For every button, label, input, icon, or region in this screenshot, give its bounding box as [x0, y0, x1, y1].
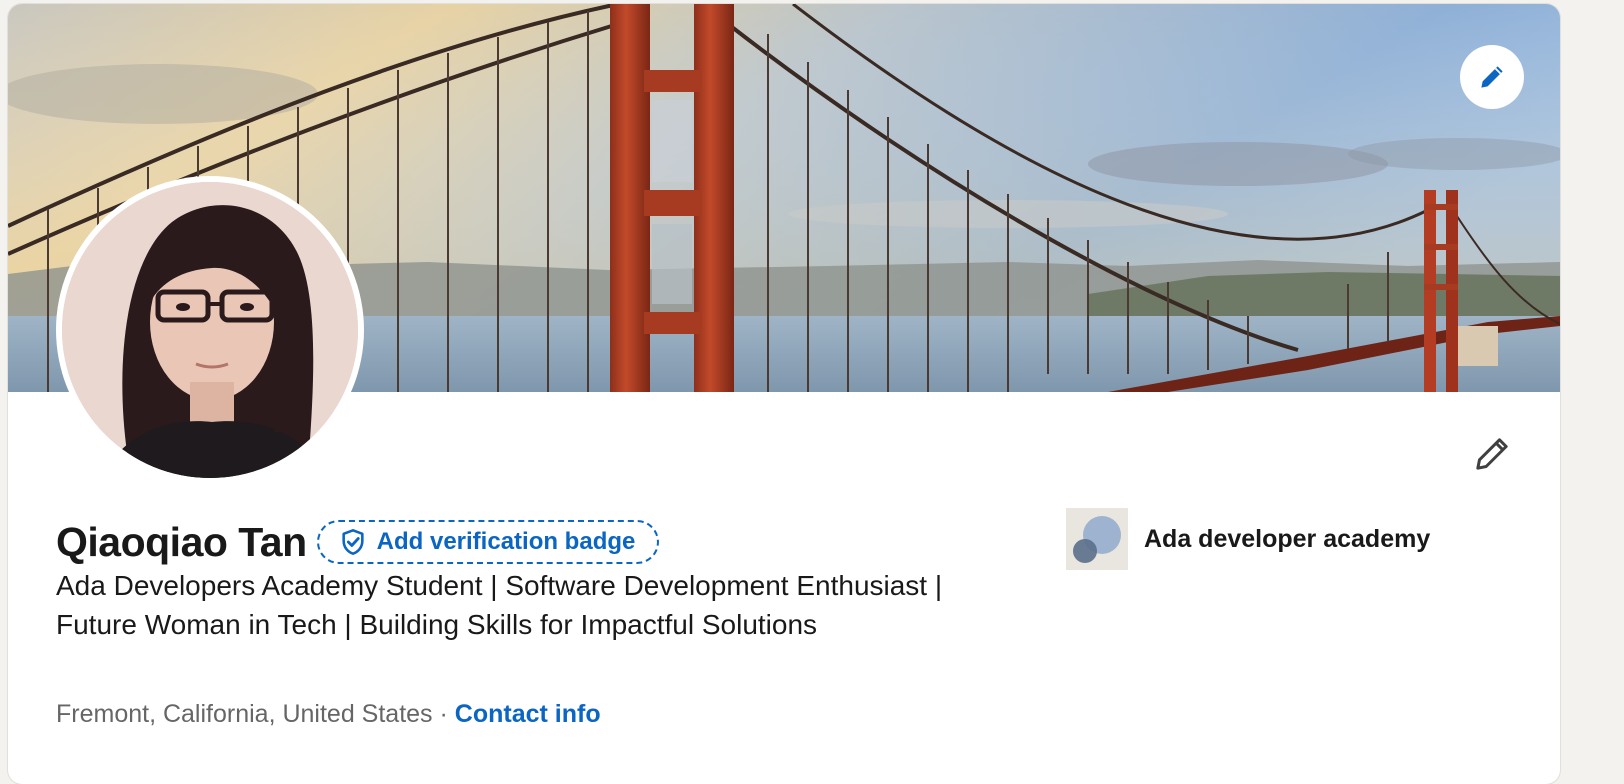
pencil-icon [1477, 62, 1507, 92]
profile-card: Qiaoqiao Tan Add verification badge Ada … [8, 4, 1560, 784]
edit-intro-button[interactable] [1468, 432, 1516, 480]
profile-photo [62, 182, 358, 478]
profile-location: Fremont, California, United States [56, 700, 433, 728]
verification-label: Add verification badge [376, 528, 636, 555]
name-row: Qiaoqiao Tan Add verification badge [56, 514, 660, 570]
edit-banner-button[interactable] [1460, 45, 1524, 109]
avatar[interactable] [62, 182, 358, 478]
profile-headline: Ada Developers Academy Student | Softwar… [56, 570, 943, 640]
contact-info-link[interactable]: Contact info [455, 700, 601, 728]
separator-dot: · [432, 700, 455, 728]
profile-photo-frame[interactable] [56, 176, 364, 484]
organization-logo [1066, 508, 1128, 570]
shield-check-icon [339, 528, 367, 556]
profile-name: Qiaoqiao Tan [56, 518, 307, 565]
organization-name: Ada developer academy [1144, 524, 1431, 553]
add-verification-badge-button[interactable]: Add verification badge [316, 520, 660, 564]
location-row: Fremont, California, United States · Con… [56, 696, 601, 732]
pencil-outline-icon [1472, 434, 1512, 479]
education-organization[interactable]: Ada developer academy [1066, 508, 1430, 570]
